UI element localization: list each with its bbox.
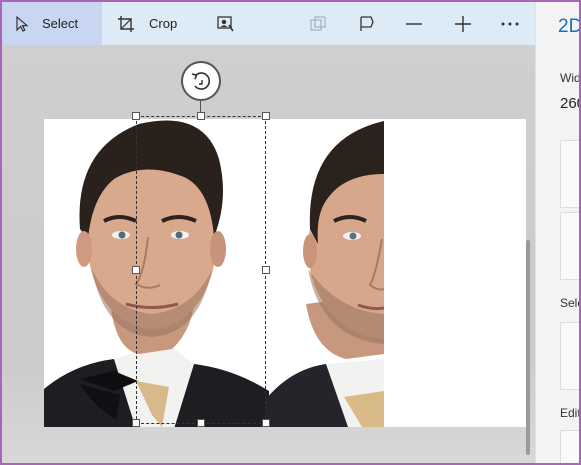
width-value: 260: [560, 95, 581, 112]
resize-handle-top[interactable]: [197, 112, 205, 120]
panel-option-box-2[interactable]: [560, 212, 581, 280]
panel-option-box-4[interactable]: [560, 430, 581, 465]
magic-select-icon: [217, 15, 235, 32]
select-section-label: Sele: [560, 296, 581, 310]
3d-view-button[interactable]: [300, 2, 336, 45]
magic-select-button[interactable]: [208, 2, 244, 45]
panel-title: 2D: [558, 16, 581, 37]
zoom-in-button[interactable]: [445, 2, 481, 45]
resize-handle-top-right[interactable]: [262, 112, 270, 120]
resize-handle-left[interactable]: [132, 266, 140, 274]
rotate-handle[interactable]: [181, 61, 221, 101]
resize-handle-bottom[interactable]: [197, 419, 205, 427]
plus-icon: [454, 15, 472, 33]
more-options-button[interactable]: [492, 2, 528, 45]
rotate-icon: [190, 70, 212, 92]
portrait-image-right[interactable]: [266, 119, 384, 427]
cursor-icon: [14, 15, 30, 32]
selection-rectangle[interactable]: [136, 116, 266, 424]
crop-tool-label: Crop: [149, 16, 178, 31]
resize-handle-top-left[interactable]: [132, 112, 140, 120]
minus-icon: [405, 15, 423, 33]
panel-option-box-1[interactable]: [560, 140, 581, 208]
resize-handle-right[interactable]: [262, 266, 270, 274]
crop-icon: [117, 15, 135, 33]
resize-handle-bottom-left[interactable]: [132, 419, 140, 427]
select-tool-button[interactable]: Select: [2, 2, 102, 45]
edit-section-label: Edit: [560, 406, 581, 420]
width-label: Wid: [560, 71, 581, 85]
more-icon: [501, 21, 519, 27]
resize-handle-bottom-right[interactable]: [262, 419, 270, 427]
flag-button[interactable]: [349, 2, 385, 45]
crop-tool-button[interactable]: Crop: [117, 2, 177, 45]
toolbar: Select Crop: [2, 2, 535, 45]
flag-icon: [358, 15, 376, 33]
properties-panel: 2D Wid 260 Sele Edit: [535, 0, 581, 465]
vertical-scrollbar[interactable]: [526, 240, 530, 455]
3d-view-icon: [309, 15, 327, 32]
zoom-out-button[interactable]: [396, 2, 432, 45]
select-tool-label: Select: [42, 16, 79, 31]
panel-option-box-3[interactable]: [560, 322, 581, 390]
